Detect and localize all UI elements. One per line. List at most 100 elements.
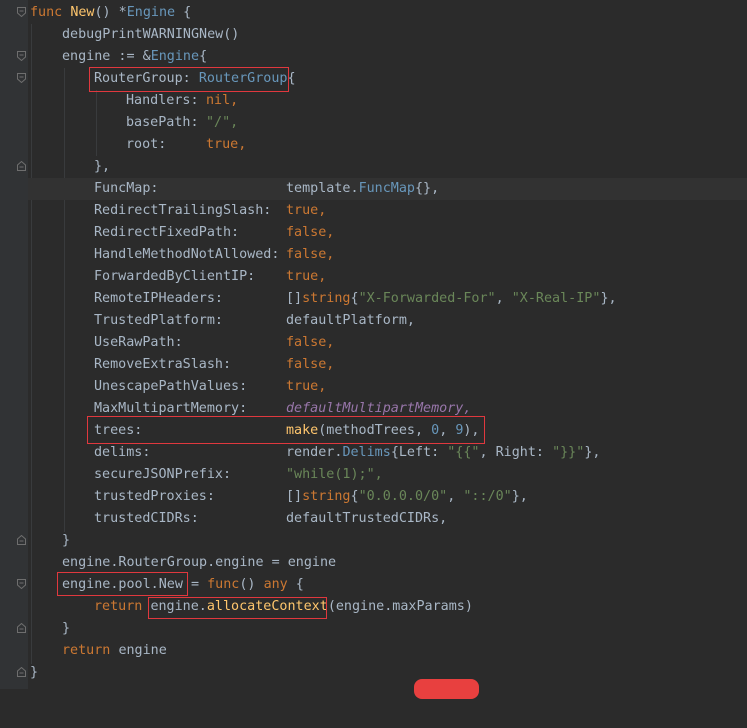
package-name: render. (286, 445, 343, 460)
field-value: false, (286, 335, 335, 350)
code-line[interactable]: trustedProxies: []string{"0.0.0.0/0", ":… (28, 486, 747, 508)
code-line[interactable]: func New() *Engine { (28, 2, 747, 24)
fold-collapse-icon[interactable] (17, 579, 26, 589)
code-token: { (175, 5, 192, 20)
string-literal: "::/0" (463, 489, 512, 504)
field-value: defaultPlatform, (286, 313, 415, 328)
string-literal: "0.0.0.0/0" (358, 489, 448, 504)
code-line[interactable]: debugPrintWARNINGNew() (28, 24, 747, 46)
code-line[interactable]: } (28, 662, 747, 684)
string-literal: "X-Real-IP" (511, 291, 601, 306)
highlight-router-group (89, 67, 289, 92)
fold-end-icon[interactable] (17, 667, 26, 677)
code-token: , Right: (479, 445, 553, 460)
fold-collapse-icon[interactable] (17, 73, 26, 83)
fold-collapse-icon[interactable] (17, 7, 26, 17)
code-line[interactable]: UseRawPath: false, (28, 332, 747, 354)
code-line[interactable]: return engine (28, 640, 747, 662)
code-line[interactable]: root: true, (28, 134, 747, 156)
code-token: [] (286, 489, 303, 504)
code-line[interactable]: basePath: "/", (28, 112, 747, 134)
code-line[interactable]: RemoveExtraSlash: false, (28, 354, 747, 376)
code-line[interactable]: trustedCIDRs: defaultTrustedCIDRs, (28, 508, 747, 530)
return-keyword: return (62, 643, 119, 658)
code-token: engine := & (62, 49, 151, 64)
fold-end-icon[interactable] (17, 161, 26, 171)
code-line[interactable]: } (28, 530, 747, 552)
code-line[interactable]: UnescapePathValues: true, (28, 376, 747, 398)
code-token: {Left: (390, 445, 448, 460)
code-token: () * (94, 5, 127, 20)
struct-field: RedirectTrailingSlash: (94, 203, 272, 218)
code-line[interactable]: secureJSONPrefix: "while(1);", (28, 464, 747, 486)
code-token: } (62, 621, 71, 636)
code-editor[interactable]: func New() *Engine { debugPrintWARNINGNe… (0, 0, 747, 699)
code-line[interactable]: } (28, 618, 747, 640)
code-line[interactable]: RemoteIPHeaders: []string{"X-Forwarded-F… (28, 288, 747, 310)
code-token: (engine.maxParams) (327, 599, 473, 614)
struct-field: RemoveExtraSlash: (94, 357, 232, 372)
fold-collapse-icon[interactable] (17, 51, 26, 61)
string-literal: "{{" (447, 445, 480, 460)
package-name: template. (286, 181, 359, 196)
func-keyword: func (30, 5, 63, 20)
field-value: true, (286, 203, 327, 218)
fold-end-icon[interactable] (17, 623, 26, 633)
highlight-trees (87, 416, 485, 444)
code-line[interactable]: engine := &Engine{ (28, 46, 747, 68)
struct-field: ForwardedByClientIP: (94, 269, 256, 284)
code-token: } (62, 533, 71, 548)
code-token: { (287, 577, 304, 592)
type-name: Delims (342, 445, 391, 460)
field-value: defaultTrustedCIDRs, (286, 511, 448, 526)
field-value: false, (286, 247, 335, 262)
struct-field: basePath: (126, 115, 199, 130)
struct-field: trustedProxies: (94, 489, 215, 504)
field-value: true, (286, 379, 327, 394)
struct-field: trustedCIDRs: (94, 511, 199, 526)
type-name: Engine (126, 5, 176, 20)
code-line[interactable]: Handlers: nil, (28, 90, 747, 112)
type-name: string (302, 489, 351, 504)
code-line[interactable]: RedirectTrailingSlash: true, (28, 200, 747, 222)
code-token: }, (94, 159, 111, 174)
struct-field: RedirectFixedPath: (94, 225, 240, 240)
field-value: "while(1);", (286, 467, 383, 482)
watermark-badge (414, 679, 479, 699)
type-name: string (302, 291, 351, 306)
code-token: { (350, 489, 359, 504)
function-call: debugPrintWARNINGNew (62, 27, 224, 42)
code-token: } (30, 665, 39, 680)
code-line[interactable]: RedirectFixedPath: false, (28, 222, 747, 244)
field-value: true, (286, 269, 327, 284)
struct-field: delims: (94, 445, 151, 460)
code-line[interactable]: delims: render.Delims{Left: "{{", Right:… (28, 442, 747, 464)
code-token: { (350, 291, 359, 306)
struct-field: secureJSONPrefix: (94, 467, 232, 482)
struct-field: TrustedPlatform: (94, 313, 223, 328)
field-value: nil, (206, 93, 239, 108)
code-token: }, (600, 291, 617, 306)
code-line[interactable]: ForwardedByClientIP: true, (28, 266, 747, 288)
code-token: , (447, 489, 464, 504)
return-keyword: return (94, 599, 151, 614)
struct-field: RemoteIPHeaders: (94, 291, 223, 306)
struct-field: Handlers: (126, 93, 199, 108)
code-line-current[interactable]: FuncMap: template.FuncMap{}, (28, 178, 747, 200)
type-name: FuncMap (358, 181, 415, 196)
code-line[interactable]: return engine.allocateContext(engine.max… (28, 596, 747, 618)
code-token: [] (286, 291, 303, 306)
code-line[interactable]: }, (28, 156, 747, 178)
field-value: false, (286, 357, 335, 372)
field-value: "/", (206, 115, 239, 130)
code-token: {}, (415, 181, 440, 196)
code-line[interactable]: TrustedPlatform: defaultPlatform, (28, 310, 747, 332)
field-value: false, (286, 225, 335, 240)
struct-field: FuncMap: (94, 181, 159, 196)
code-line[interactable]: engine.RouterGroup.engine = engine (28, 552, 747, 574)
code-token: engine (118, 643, 167, 658)
code-line[interactable]: HandleMethodNotAllowed: false, (28, 244, 747, 266)
string-literal: "}}" (552, 445, 585, 460)
code-token: () (239, 577, 264, 592)
fold-end-icon[interactable] (17, 535, 26, 545)
